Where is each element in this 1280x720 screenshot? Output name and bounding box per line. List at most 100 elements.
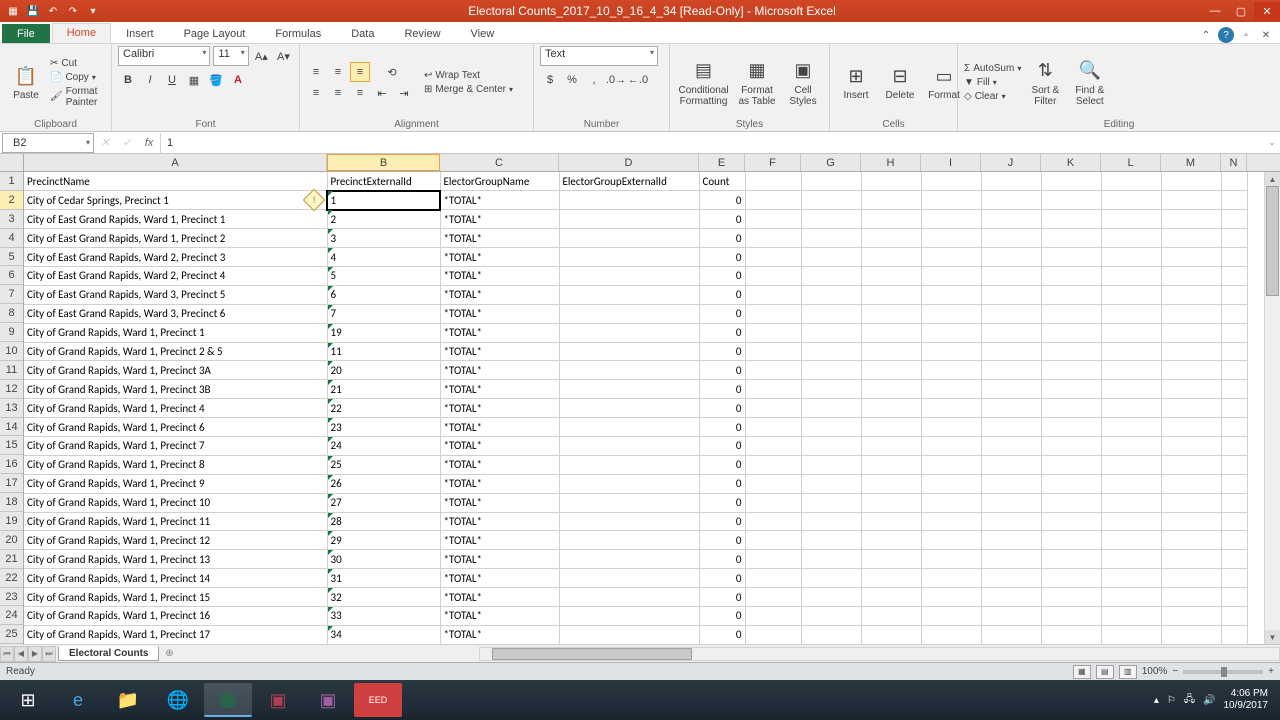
- cell[interactable]: [559, 512, 699, 531]
- cell[interactable]: 0: [699, 361, 745, 380]
- cell[interactable]: 0: [699, 550, 745, 569]
- cell[interactable]: [559, 285, 699, 304]
- decrease-indent-icon[interactable]: ⇤: [372, 83, 392, 103]
- cell[interactable]: *TOTAL*: [440, 436, 559, 455]
- cell[interactable]: [861, 191, 921, 210]
- cell[interactable]: [1221, 474, 1247, 493]
- cell[interactable]: [921, 323, 981, 342]
- cell[interactable]: 0: [699, 455, 745, 474]
- select-all-corner[interactable]: [0, 154, 24, 172]
- align-right-icon[interactable]: ≡: [350, 83, 370, 103]
- cell[interactable]: [1041, 474, 1101, 493]
- delete-cells-button[interactable]: ⊟Delete: [880, 60, 920, 105]
- conditional-formatting-button[interactable]: ▤Conditional Formatting: [676, 55, 731, 111]
- cell[interactable]: [861, 361, 921, 380]
- col-header-H[interactable]: H: [861, 154, 921, 171]
- app-icon-1[interactable]: ▣: [254, 683, 302, 717]
- hscroll-thumb[interactable]: [492, 648, 692, 660]
- cell[interactable]: [861, 380, 921, 399]
- cell[interactable]: [1221, 588, 1247, 607]
- cell[interactable]: [921, 172, 981, 191]
- clock[interactable]: 4:06 PM 10/9/2017: [1224, 688, 1269, 712]
- cell[interactable]: [1041, 191, 1101, 210]
- ie-icon[interactable]: e: [54, 683, 102, 717]
- cell[interactable]: City of Grand Rapids, Ward 1, Precinct 3…: [24, 380, 327, 399]
- col-header-G[interactable]: G: [801, 154, 861, 171]
- cell[interactable]: [745, 361, 801, 380]
- cell[interactable]: [745, 399, 801, 418]
- cell[interactable]: [559, 531, 699, 550]
- cell[interactable]: [981, 210, 1041, 229]
- insert-cells-button[interactable]: ⊞Insert: [836, 60, 876, 105]
- cell[interactable]: 3: [327, 229, 440, 248]
- cell[interactable]: [745, 550, 801, 569]
- cell[interactable]: [861, 285, 921, 304]
- app-icon-2[interactable]: ▣: [304, 683, 352, 717]
- row-header[interactable]: 18: [0, 493, 23, 512]
- cell[interactable]: [861, 569, 921, 588]
- cell[interactable]: [981, 172, 1041, 191]
- cell[interactable]: [559, 436, 699, 455]
- next-sheet-icon[interactable]: ▶: [28, 646, 42, 662]
- save-icon[interactable]: 💾: [24, 2, 42, 20]
- cell[interactable]: *TOTAL*: [440, 531, 559, 550]
- cell[interactable]: [745, 493, 801, 512]
- cell[interactable]: [559, 380, 699, 399]
- cell[interactable]: City of East Grand Rapids, Ward 2, Preci…: [24, 248, 327, 267]
- shrink-font-icon[interactable]: A▾: [274, 46, 293, 66]
- cell[interactable]: [801, 380, 861, 399]
- cell[interactable]: [1041, 323, 1101, 342]
- col-header-L[interactable]: L: [1101, 154, 1161, 171]
- cell[interactable]: 0: [699, 531, 745, 550]
- cell[interactable]: [1041, 512, 1101, 531]
- help-icon[interactable]: ?: [1218, 27, 1234, 43]
- cell[interactable]: *TOTAL*: [440, 625, 559, 644]
- cell[interactable]: [981, 380, 1041, 399]
- cell[interactable]: [1161, 493, 1221, 512]
- cell[interactable]: [559, 606, 699, 625]
- cell[interactable]: [921, 210, 981, 229]
- cell[interactable]: [801, 531, 861, 550]
- cell[interactable]: *TOTAL*: [440, 210, 559, 229]
- cell[interactable]: 0: [699, 248, 745, 267]
- cell[interactable]: 20: [327, 361, 440, 380]
- cell[interactable]: [981, 455, 1041, 474]
- cell[interactable]: 0: [699, 191, 745, 210]
- cell[interactable]: [745, 531, 801, 550]
- cell[interactable]: [1041, 625, 1101, 644]
- wrap-text-button[interactable]: ↩Wrap Text: [424, 69, 513, 82]
- cell[interactable]: [1161, 285, 1221, 304]
- cell[interactable]: *TOTAL*: [440, 266, 559, 285]
- tab-data[interactable]: Data: [336, 24, 389, 43]
- cell[interactable]: 0: [699, 493, 745, 512]
- cell[interactable]: 21: [327, 380, 440, 399]
- cell[interactable]: 27: [327, 493, 440, 512]
- cell[interactable]: [559, 229, 699, 248]
- row-headers[interactable]: 1234567891011121314151617181920212223242…: [0, 172, 24, 645]
- row-header[interactable]: 20: [0, 531, 23, 550]
- cell[interactable]: [801, 210, 861, 229]
- cell[interactable]: City of East Grand Rapids, Ward 1, Preci…: [24, 229, 327, 248]
- col-header-C[interactable]: C: [440, 154, 559, 171]
- cell[interactable]: [801, 172, 861, 191]
- cell[interactable]: [921, 304, 981, 323]
- cell[interactable]: [921, 493, 981, 512]
- cell[interactable]: [1161, 191, 1221, 210]
- cell[interactable]: [981, 493, 1041, 512]
- cell[interactable]: [981, 550, 1041, 569]
- cell[interactable]: [981, 229, 1041, 248]
- font-size-combo[interactable]: 11: [213, 46, 248, 66]
- cell[interactable]: [559, 418, 699, 437]
- cell[interactable]: *TOTAL*: [440, 304, 559, 323]
- cell[interactable]: [1041, 588, 1101, 607]
- cell[interactable]: City of Grand Rapids, Ward 1, Precinct 2…: [24, 342, 327, 361]
- paste-button[interactable]: 📋 Paste: [6, 60, 46, 105]
- cell[interactable]: [559, 474, 699, 493]
- column-headers[interactable]: ABCDEFGHIJKLMN: [24, 154, 1280, 172]
- cell[interactable]: [745, 588, 801, 607]
- cell[interactable]: [801, 266, 861, 285]
- cell[interactable]: [1101, 399, 1161, 418]
- cell[interactable]: [801, 229, 861, 248]
- increase-indent-icon[interactable]: ⇥: [394, 83, 414, 103]
- tab-formulas[interactable]: Formulas: [260, 24, 336, 43]
